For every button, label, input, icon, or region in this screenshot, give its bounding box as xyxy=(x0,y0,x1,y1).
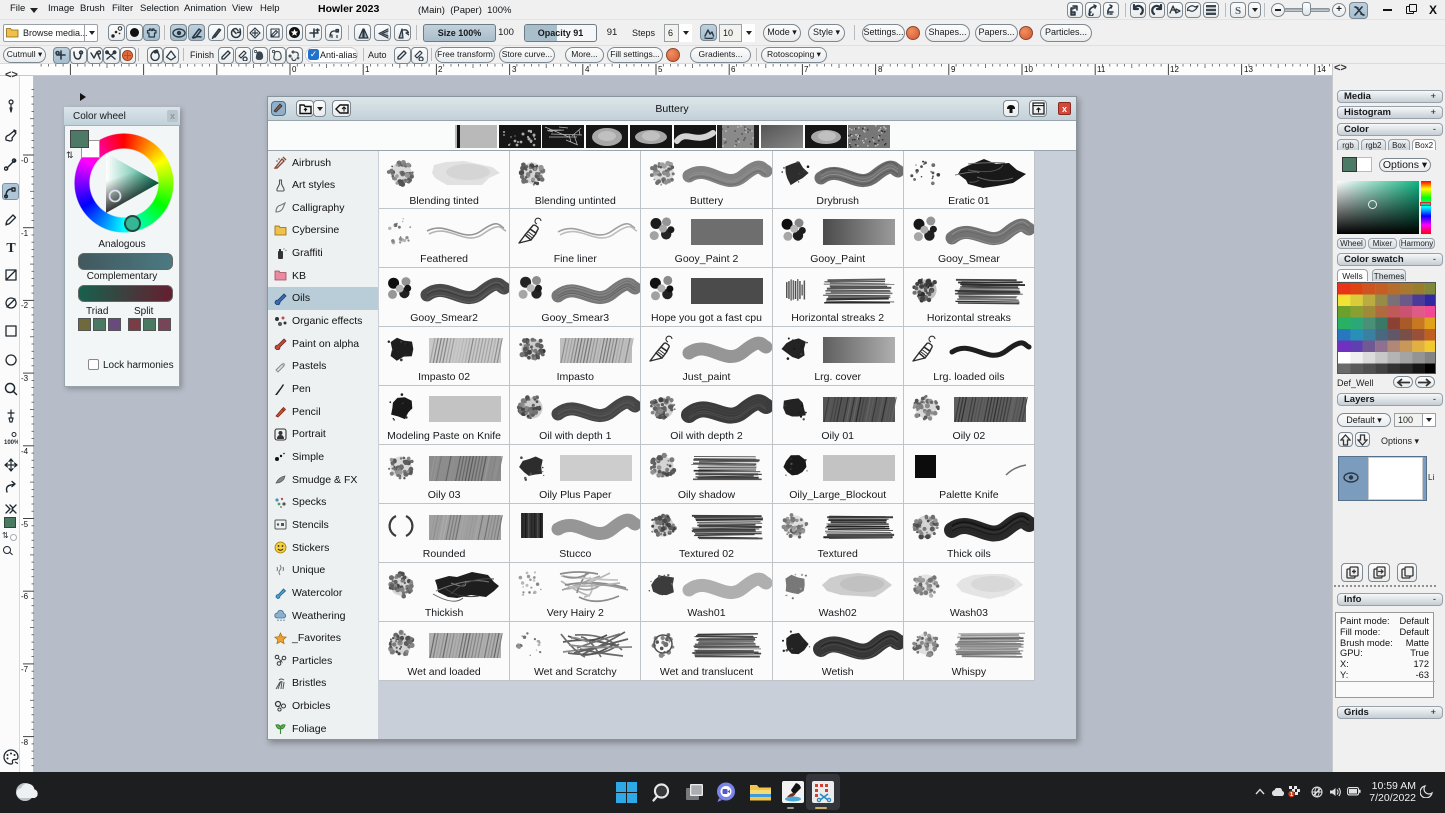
svg-text:1: 1 xyxy=(1290,792,1293,798)
svg-text:S: S xyxy=(1235,5,1241,16)
svg-text:100%: 100% xyxy=(4,440,18,446)
svg-text:T: T xyxy=(6,241,16,254)
